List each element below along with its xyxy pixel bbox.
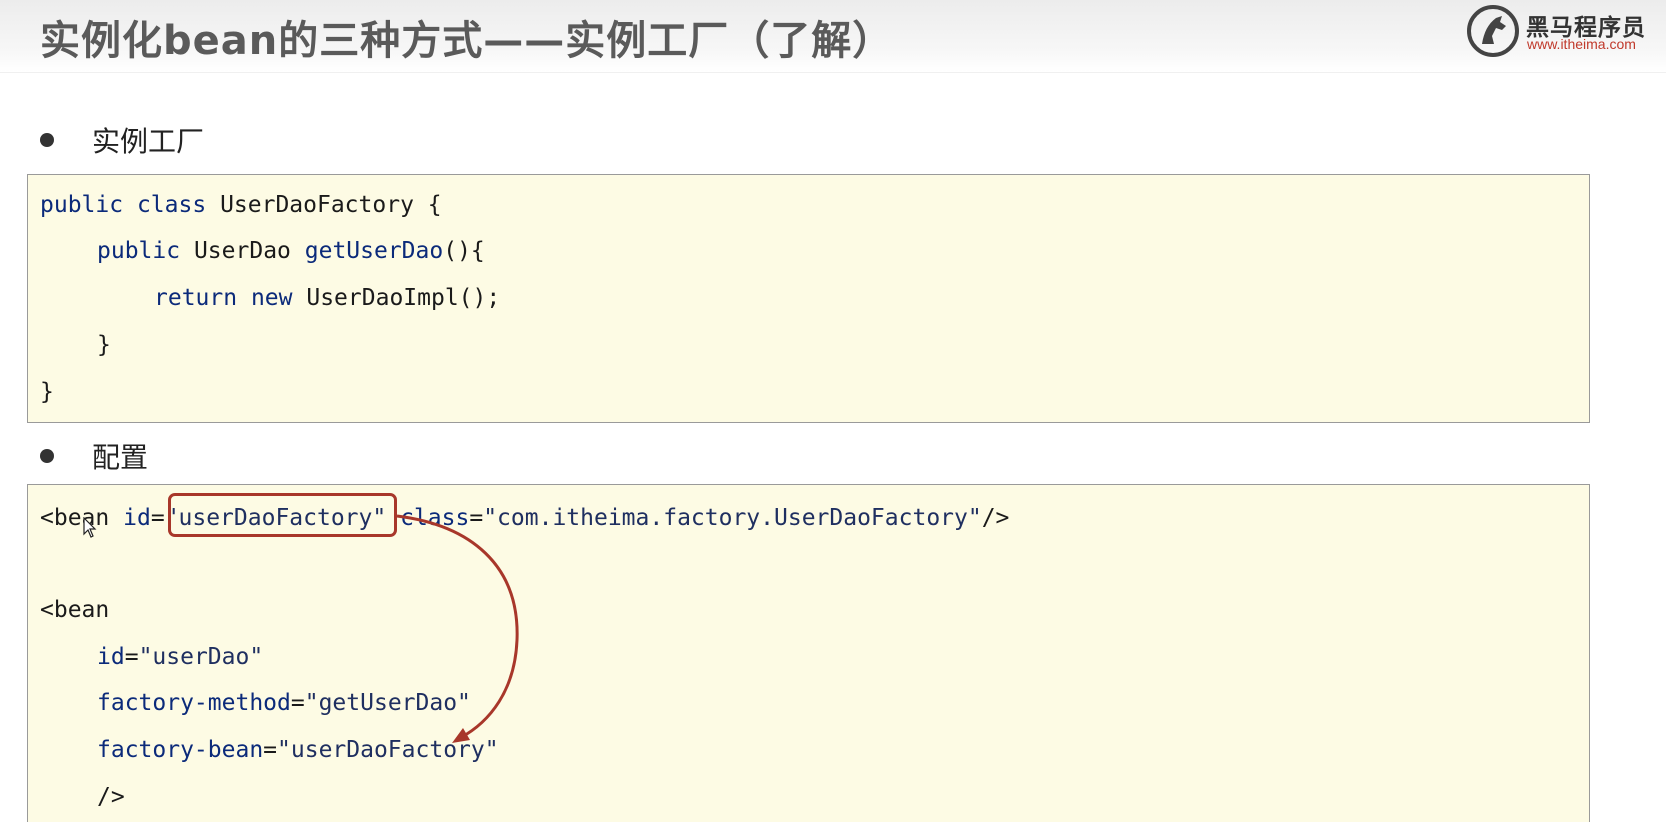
annotation-arrow-icon [396,514,519,743]
mouse-cursor-icon [83,517,97,538]
